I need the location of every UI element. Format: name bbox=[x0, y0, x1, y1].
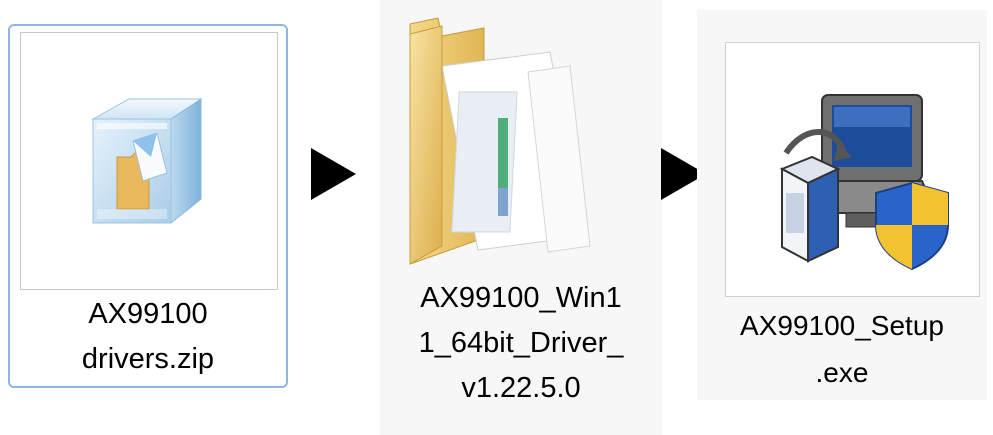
file-name: AX99100 drivers.zip bbox=[81, 298, 215, 375]
thumbnail-frame bbox=[725, 42, 980, 297]
folder-icon bbox=[409, 17, 591, 265]
file-name: AX99100_Win1 1_64bit_Driver_ v1.22.5.0 bbox=[418, 282, 624, 404]
thumbnail-frame bbox=[20, 32, 278, 290]
play-arrow-icon bbox=[311, 148, 356, 200]
file-name: AX99100_Setup .exe bbox=[740, 310, 944, 388]
file-item-exe[interactable]: AX99100_Setup .exe bbox=[697, 10, 987, 400]
zip-archive-icon bbox=[91, 98, 203, 225]
setup-installer-icon bbox=[779, 94, 949, 271]
file-item-zip[interactable]: AX99100 drivers.zip bbox=[8, 24, 288, 388]
file-conversion-steps: AX99100 drivers.zip AX99100_Win1 1_64bit… bbox=[0, 0, 993, 435]
file-item-folder[interactable]: AX99100_Win1 1_64bit_Driver_ v1.22.5.0 bbox=[380, 0, 662, 435]
